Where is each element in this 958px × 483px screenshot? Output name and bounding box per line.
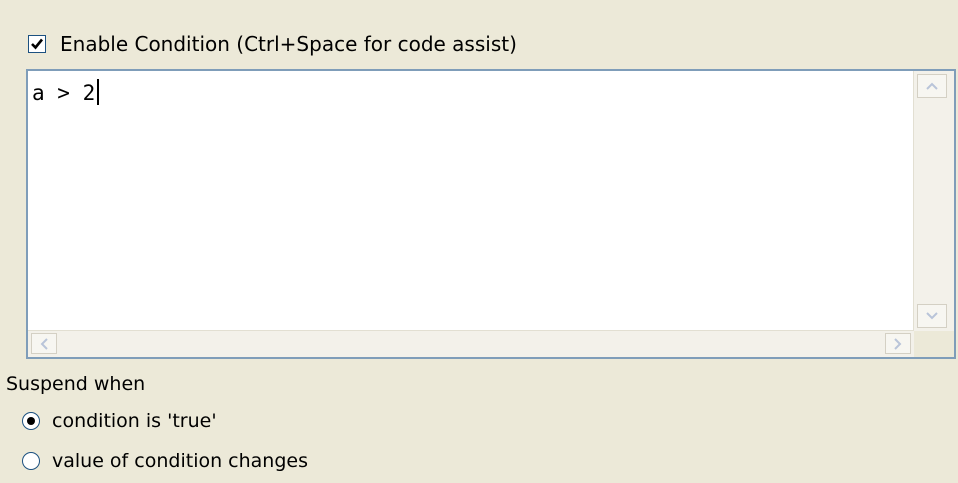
radio-selected-dot — [27, 417, 35, 425]
checkmark-icon — [31, 38, 44, 50]
radio-label-condition-true: condition is 'true' — [52, 410, 217, 432]
chevron-down-icon — [926, 312, 938, 320]
enable-condition-label: Enable Condition (Ctrl+Space for code as… — [60, 32, 517, 56]
scrollbar-corner — [914, 331, 954, 357]
radio-label-condition-changes: value of condition changes — [52, 450, 308, 472]
condition-text-area[interactable]: a > 2 — [28, 71, 914, 331]
radio-condition-changes[interactable]: value of condition changes — [22, 450, 308, 472]
horizontal-scrollbar[interactable] — [28, 330, 914, 357]
radio-condition-true[interactable]: condition is 'true' — [22, 410, 217, 432]
radio-button-condition-changes[interactable] — [22, 452, 40, 470]
radio-button-condition-true[interactable] — [22, 412, 40, 430]
scroll-up-button[interactable] — [917, 74, 947, 98]
suspend-when-label: Suspend when — [6, 373, 146, 395]
scroll-left-button[interactable] — [31, 333, 57, 354]
vertical-scrollbar[interactable] — [913, 71, 954, 331]
chevron-right-icon — [894, 337, 902, 350]
condition-text: a > 2 — [32, 81, 96, 105]
scroll-down-button[interactable] — [917, 304, 947, 328]
breakpoint-condition-panel: Enable Condition (Ctrl+Space for code as… — [0, 0, 958, 483]
chevron-up-icon — [926, 82, 938, 90]
text-caret — [97, 79, 100, 105]
scroll-right-button[interactable] — [885, 333, 911, 354]
condition-editor[interactable]: a > 2 — [26, 69, 956, 359]
enable-condition-checkbox[interactable] — [28, 35, 46, 53]
chevron-left-icon — [40, 337, 48, 350]
enable-condition-row[interactable]: Enable Condition (Ctrl+Space for code as… — [28, 30, 517, 58]
